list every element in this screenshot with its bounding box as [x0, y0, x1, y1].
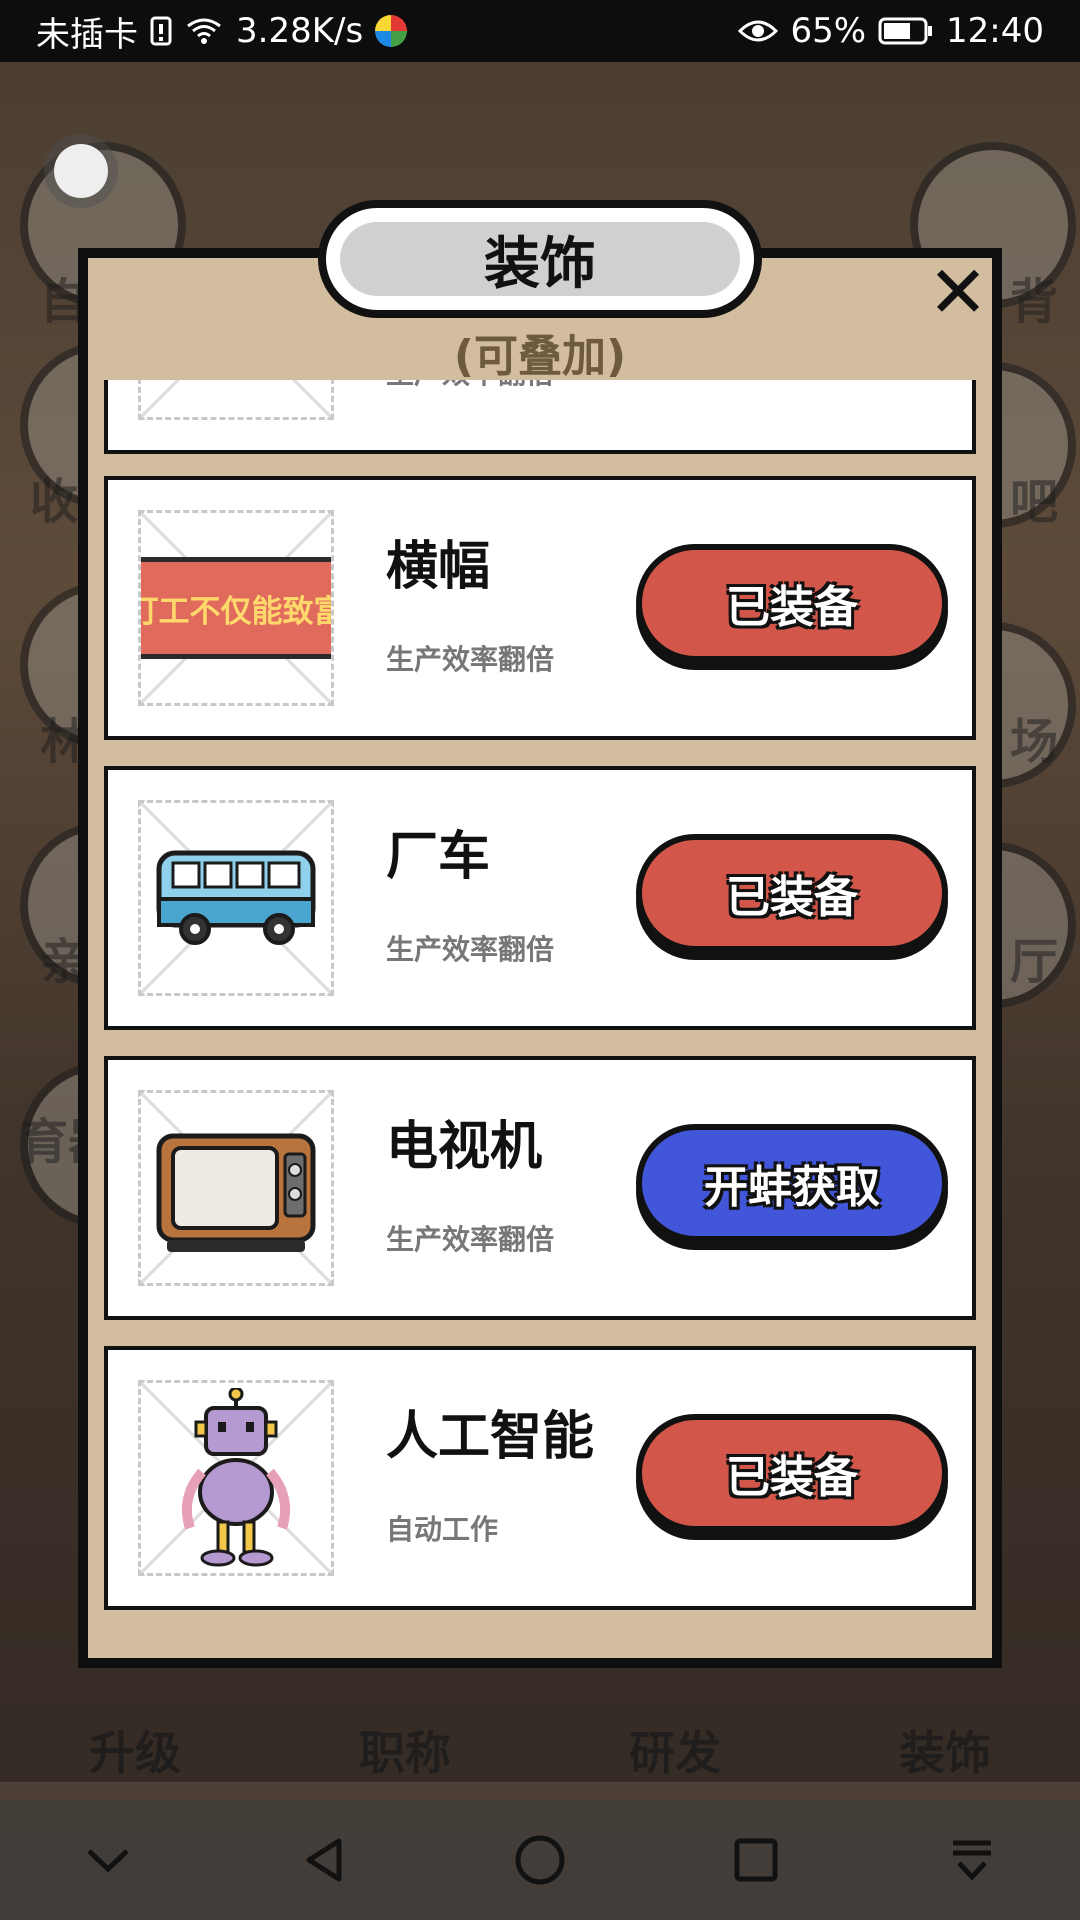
banner-image: 打工不仅能致富	[141, 557, 331, 659]
status-right: 65% 12:40	[738, 11, 1044, 51]
item-desc: 自动工作	[386, 1513, 499, 1546]
decoration-list[interactable]: 生产效率翻倍 打工不仅能致富 横幅 生产效率翻倍 已装备 厂车	[104, 380, 976, 1610]
list-item-bus: 厂车 生产效率翻倍 已装备	[104, 766, 976, 1030]
battery-icon	[878, 16, 934, 46]
item-name: 厂车	[386, 827, 491, 887]
item-desc: 生产效率翻倍	[386, 1223, 555, 1256]
robot-icon	[182, 1388, 290, 1567]
bag-icon	[176, 380, 296, 382]
floating-assist-button[interactable]	[54, 144, 108, 198]
download-icon[interactable]	[932, 1820, 1012, 1900]
modal-title-pill: 装饰	[318, 200, 762, 318]
eye-icon	[738, 17, 779, 45]
item-thumbnail	[138, 800, 334, 996]
tv-icon	[156, 1133, 316, 1252]
item-name: 电视机	[386, 1117, 543, 1177]
back-icon[interactable]	[284, 1820, 364, 1900]
open-clam-button[interactable]: 开蚌获取	[636, 1124, 948, 1242]
item-desc: 生产效率翻倍	[386, 380, 554, 392]
equipped-button[interactable]: 已装备	[636, 1414, 948, 1532]
item-name: 人工智能	[386, 1407, 595, 1467]
modal-subtitle: (可叠加)	[453, 331, 627, 382]
modal-title: 装饰	[340, 222, 740, 297]
tab-title[interactable]: 职称	[359, 1717, 451, 1783]
tab-research[interactable]: 研发	[629, 1717, 721, 1783]
app-notification-icon	[375, 15, 408, 47]
item-thumbnail	[138, 1380, 334, 1576]
item-thumbnail	[138, 1090, 334, 1286]
collapse-icon[interactable]	[68, 1820, 148, 1900]
close-icon: ✕	[927, 250, 989, 334]
game-tab-bar: 升级 职称 研发 装饰	[0, 1700, 1080, 1800]
network-speed: 3.28K/s	[236, 11, 364, 51]
item-name: 横幅	[386, 537, 491, 597]
recents-icon[interactable]	[716, 1820, 796, 1900]
item-desc: 生产效率翻倍	[386, 933, 555, 966]
equipped-button[interactable]: 已装备	[636, 544, 948, 662]
tab-upgrade[interactable]: 升级	[89, 1717, 181, 1783]
status-bar: 未插卡 3.28K/s 65% 12:40	[0, 0, 1080, 62]
carrier-text: 未插卡	[36, 14, 138, 55]
home-icon[interactable]	[500, 1820, 580, 1900]
item-thumbnail: 打工不仅能致富	[138, 510, 334, 706]
equipped-button[interactable]: 已装备	[636, 834, 948, 952]
status-left: 未插卡 3.28K/s	[36, 7, 408, 56]
clock: 12:40	[946, 11, 1044, 51]
sim-icon	[150, 16, 172, 46]
battery-percent: 65%	[790, 11, 867, 51]
wifi-icon	[184, 16, 224, 46]
tab-decoration[interactable]: 装饰	[899, 1717, 991, 1783]
system-nav-bar	[0, 1800, 1080, 1920]
list-item-banner: 打工不仅能致富 横幅 生产效率翻倍 已装备	[104, 476, 976, 740]
list-item-tv: 电视机 生产效率翻倍 开蚌获取	[104, 1056, 976, 1320]
list-item-ai: 人工智能 自动工作 已装备	[104, 1346, 976, 1610]
list-item-partial: 生产效率翻倍	[104, 380, 976, 454]
item-desc: 生产效率翻倍	[386, 643, 555, 676]
bus-icon	[156, 850, 316, 945]
close-button[interactable]: ✕	[928, 256, 988, 328]
item-thumbnail	[138, 380, 334, 420]
